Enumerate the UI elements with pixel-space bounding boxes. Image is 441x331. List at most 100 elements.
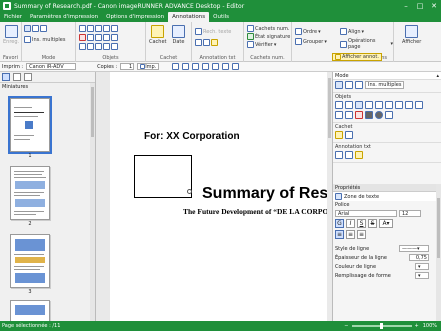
- polyline-icon: [111, 34, 118, 41]
- stamp-icon[interactable]: [335, 131, 343, 139]
- document-subtitle[interactable]: The Future Development of “DE LA CORPORA…: [183, 207, 327, 216]
- line-width-stepper[interactable]: 0,75: [409, 254, 429, 261]
- hand-icon[interactable]: [345, 81, 353, 89]
- save-favorite-button[interactable]: Enreg.: [3, 25, 19, 45]
- align-right-icon[interactable]: ≡: [357, 230, 366, 239]
- highlighter-tool-icon[interactable]: [355, 111, 363, 119]
- thumbnail-page-3[interactable]: [10, 234, 50, 288]
- zoom-level[interactable]: 100%: [423, 323, 437, 329]
- rectangle-icon: [95, 25, 102, 32]
- display-button[interactable]: Afficher: [402, 25, 421, 45]
- tab-fichier[interactable]: Fichier: [0, 12, 26, 22]
- signature-status-button[interactable]: État signature: [247, 33, 290, 40]
- app-icon: [3, 2, 11, 10]
- link-tool-icon[interactable]: [335, 111, 343, 119]
- arrow-icon: [95, 34, 102, 41]
- insert-multiple-button[interactable]: Ins. multiples: [24, 36, 65, 43]
- for-line-text[interactable]: For: XX Corporation: [144, 131, 240, 142]
- digital-stamps-button[interactable]: Cachets num.: [247, 25, 290, 32]
- print-button[interactable]: Imp.: [137, 63, 160, 70]
- align-left-icon[interactable]: ≡: [335, 230, 344, 239]
- rect-tool-icon[interactable]: [385, 101, 393, 109]
- underline-tool-icon[interactable]: [335, 151, 343, 159]
- font-color-button[interactable]: A▾: [379, 219, 393, 228]
- select-icon[interactable]: [335, 81, 343, 89]
- fill-ellipse-tool-icon[interactable]: [375, 111, 383, 119]
- mode-tools[interactable]: [24, 25, 47, 32]
- line-tool-icon[interactable]: [375, 101, 383, 109]
- document-title[interactable]: Summary of Research: [202, 185, 327, 203]
- verify-button[interactable]: Vérifier ▾: [247, 41, 276, 48]
- thumbnail-page-1[interactable]: [8, 96, 52, 154]
- thumbnails-tab-icon[interactable]: [2, 73, 10, 81]
- underline-button[interactable]: S: [357, 219, 366, 228]
- copies-stepper[interactable]: 1: [120, 63, 135, 70]
- stamp-button[interactable]: Cachet: [149, 25, 167, 45]
- arrow-tool-icon[interactable]: [335, 101, 343, 109]
- zoom-icon[interactable]: [355, 81, 363, 89]
- comments-tab-icon[interactable]: [13, 73, 21, 81]
- resize-handle[interactable]: [187, 189, 192, 194]
- date-stamp-button[interactable]: Date: [172, 25, 185, 45]
- redo-icon[interactable]: [182, 63, 190, 70]
- rotate-icon[interactable]: [192, 63, 200, 70]
- properties-scrollbar[interactable]: [436, 184, 441, 321]
- font-family-select[interactable]: Arial: [335, 210, 397, 217]
- tab-outils[interactable]: Outils: [209, 12, 233, 22]
- thumbnail-page-4[interactable]: [10, 300, 50, 321]
- fill-rect-tool-icon[interactable]: [365, 111, 373, 119]
- polygon-tool-icon[interactable]: [405, 101, 413, 109]
- fill-color-button[interactable]: ▾: [415, 272, 429, 279]
- close-icon[interactable]: ✕: [427, 0, 441, 12]
- text-tool-icon[interactable]: [355, 101, 363, 109]
- textbox-tool-icon[interactable]: [365, 101, 373, 109]
- zoom-slider[interactable]: [351, 323, 412, 329]
- prev-page-icon[interactable]: [212, 63, 220, 70]
- undo-icon[interactable]: [172, 63, 180, 70]
- strikethrough-button[interactable]: S: [368, 219, 377, 228]
- line-color-button[interactable]: ▾: [415, 263, 429, 270]
- italic-button[interactable]: I: [346, 219, 355, 228]
- insert-multiple-toggle[interactable]: Ins. multiples: [365, 81, 405, 89]
- line-style-select[interactable]: ———▾: [399, 245, 429, 252]
- date-stamp-icon[interactable]: [345, 131, 353, 139]
- page-operations-button[interactable]: Opérations page ▾: [340, 38, 393, 50]
- ellipse-tool-icon[interactable]: [395, 101, 403, 109]
- font-size-select[interactable]: 12: [399, 210, 421, 217]
- pencil-tool-icon[interactable]: [345, 111, 353, 119]
- bold-button[interactable]: G: [335, 219, 344, 228]
- next-page-icon[interactable]: [222, 63, 230, 70]
- eraser-tool-icon[interactable]: [385, 111, 393, 119]
- tab-parametres-impression[interactable]: Paramètres d'impression: [26, 12, 102, 22]
- last-page-icon[interactable]: [232, 63, 240, 70]
- thumbnail-page-2[interactable]: [10, 166, 50, 220]
- printer-select[interactable]: Canon iR-ADV: [26, 63, 77, 70]
- align-button[interactable]: Align ▾: [340, 28, 364, 35]
- zoom-out-icon[interactable]: −: [344, 323, 348, 329]
- group-button[interactable]: Grouper ▾: [295, 38, 327, 45]
- polyline-tool-icon[interactable]: [415, 101, 423, 109]
- object-row-1[interactable]: [79, 25, 118, 32]
- tab-options-impression[interactable]: Options d'impression: [102, 12, 168, 22]
- annotation-tools[interactable]: [195, 39, 218, 46]
- chevron-up-icon[interactable]: ▴: [436, 73, 439, 79]
- bookmarks-tab-icon[interactable]: [24, 73, 32, 81]
- pen-tool-icon[interactable]: [345, 101, 353, 109]
- text-search-button[interactable]: Rech. texte: [195, 28, 231, 35]
- search-icon: [195, 28, 202, 35]
- first-page-icon[interactable]: [202, 63, 210, 70]
- order-button[interactable]: Ordre ▾: [295, 28, 321, 35]
- show-annotations-button[interactable]: Afficher annot.: [332, 53, 382, 61]
- rectangle-annotation[interactable]: [134, 155, 192, 198]
- tab-annotations[interactable]: Annotations: [168, 12, 210, 22]
- document-view[interactable]: For: XX Corporation Summary of Research …: [96, 72, 332, 321]
- thumbnails-scrollbar[interactable]: [90, 83, 95, 321]
- maximize-icon[interactable]: □: [413, 0, 427, 12]
- object-row-2[interactable]: [79, 34, 118, 41]
- minimize-icon[interactable]: –: [399, 0, 413, 12]
- strike-tool-icon[interactable]: [345, 151, 353, 159]
- align-center-icon[interactable]: ≡: [346, 230, 355, 239]
- zoom-in-icon[interactable]: +: [415, 323, 419, 329]
- object-row-3[interactable]: [79, 43, 118, 50]
- mark-tool-icon[interactable]: [355, 151, 363, 159]
